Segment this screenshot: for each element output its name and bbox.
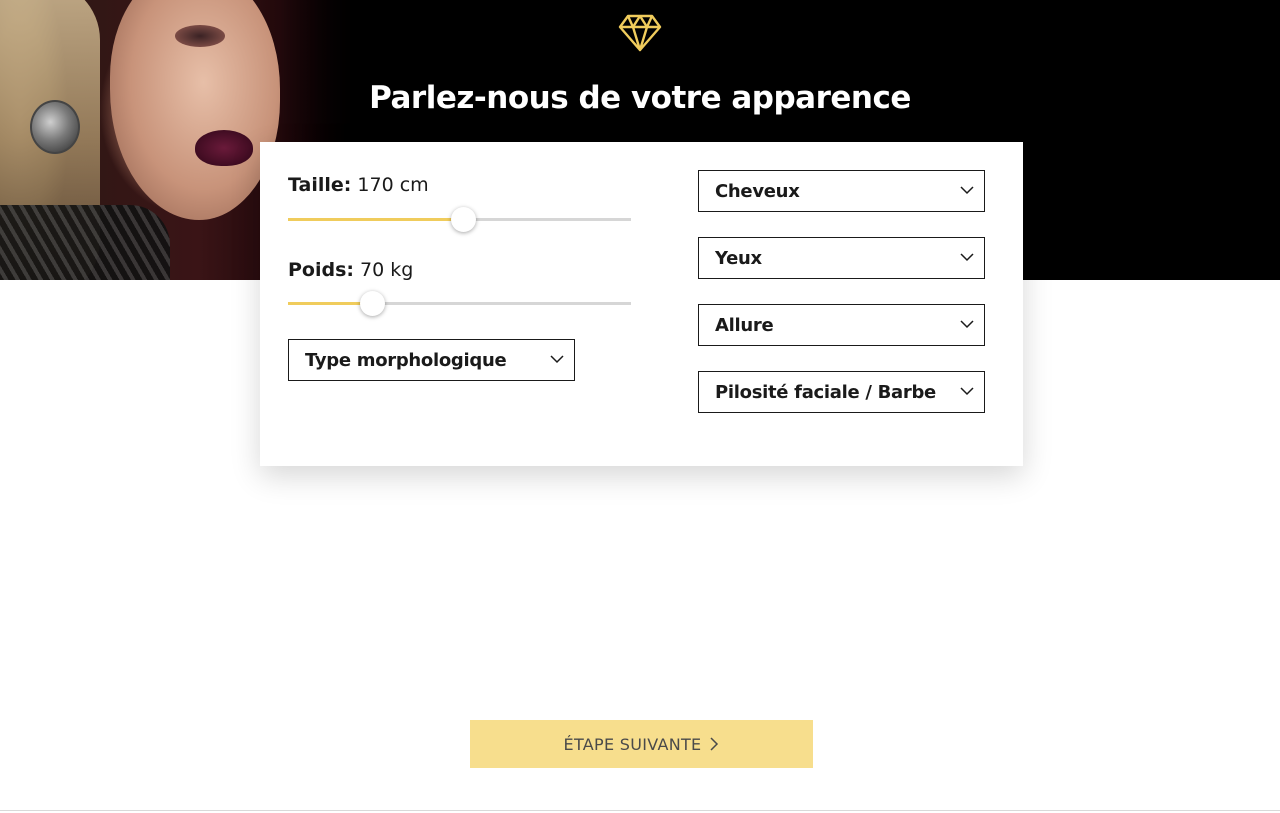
appearance-form-card: Taille: 170 cm Poids: 70 kg Type morphol…	[260, 142, 1023, 466]
next-step-label: ÉTAPE SUIVANTE	[563, 734, 702, 754]
eyes-select-label: Yeux	[715, 247, 762, 269]
chevron-down-icon	[960, 387, 974, 396]
facial-hair-select-label: Pilosité faciale / Barbe	[715, 381, 936, 403]
eyes-select[interactable]: Yeux	[698, 237, 985, 279]
chevron-down-icon	[550, 355, 564, 364]
height-slider-group: Taille: 170 cm	[288, 174, 631, 232]
weight-slider-group: Poids: 70 kg	[288, 259, 631, 316]
facial-hair-select[interactable]: Pilosité faciale / Barbe	[698, 371, 985, 413]
hair-select-label: Cheveux	[715, 180, 800, 202]
height-slider-fill	[288, 218, 463, 221]
weight-key: Poids:	[288, 259, 354, 281]
body-type-select[interactable]: Type morphologique	[288, 339, 575, 381]
next-step-button[interactable]: ÉTAPE SUIVANTE	[470, 720, 813, 768]
page-title: Parlez-nous de votre apparence	[369, 80, 911, 116]
chevron-right-icon	[710, 737, 719, 751]
weight-label: Poids: 70 kg	[288, 259, 631, 281]
height-key: Taille:	[288, 174, 352, 196]
chevron-down-icon	[960, 320, 974, 329]
weight-value: 70 kg	[360, 259, 414, 281]
height-label: Taille: 170 cm	[288, 174, 631, 196]
style-select-label: Allure	[715, 314, 774, 336]
body-type-select-label: Type morphologique	[305, 349, 507, 371]
footer-divider	[0, 810, 1280, 811]
hair-select[interactable]: Cheveux	[698, 170, 985, 212]
chevron-down-icon	[960, 186, 974, 195]
chevron-down-icon	[960, 253, 974, 262]
diamond-icon	[618, 14, 662, 52]
height-slider-thumb[interactable]	[451, 207, 476, 232]
style-select[interactable]: Allure	[698, 304, 985, 346]
weight-slider-thumb[interactable]	[360, 291, 385, 316]
height-value: 170 cm	[357, 174, 429, 196]
weight-slider[interactable]	[288, 291, 631, 316]
height-slider[interactable]	[288, 207, 631, 232]
